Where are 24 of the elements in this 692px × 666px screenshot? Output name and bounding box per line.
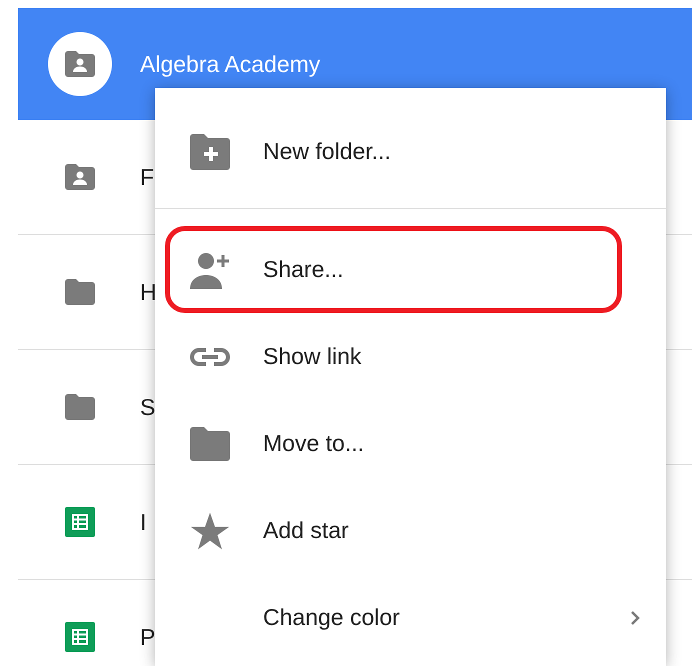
link-icon	[190, 346, 230, 366]
folder-plus-icon	[190, 134, 230, 170]
spreadsheet-icon	[65, 507, 95, 537]
file-name: I	[140, 508, 146, 536]
menu-item[interactable]: Move to...	[155, 400, 666, 487]
folder-icon	[65, 394, 95, 420]
person-plus-icon	[190, 250, 230, 288]
menu-item[interactable]: Change color	[155, 574, 666, 661]
star-icon	[190, 510, 230, 550]
menu-item[interactable]: Show link	[155, 313, 666, 400]
chevron-right-icon	[630, 610, 640, 626]
shared-folder-icon	[65, 51, 95, 77]
menu-item[interactable]: Share...	[155, 226, 666, 313]
file-name: Algebra Academy	[140, 50, 320, 78]
shared-folder-icon	[65, 164, 95, 190]
folder-icon	[65, 279, 95, 305]
spreadsheet-icon	[65, 622, 95, 652]
folder-icon	[190, 426, 230, 460]
file-name: S	[140, 394, 156, 420]
menu-item[interactable]: Add star	[155, 487, 666, 574]
file-name: F	[140, 164, 154, 190]
file-name: P	[140, 624, 156, 650]
menu-item[interactable]: New folder...	[155, 108, 666, 209]
file-name: H	[140, 278, 157, 306]
